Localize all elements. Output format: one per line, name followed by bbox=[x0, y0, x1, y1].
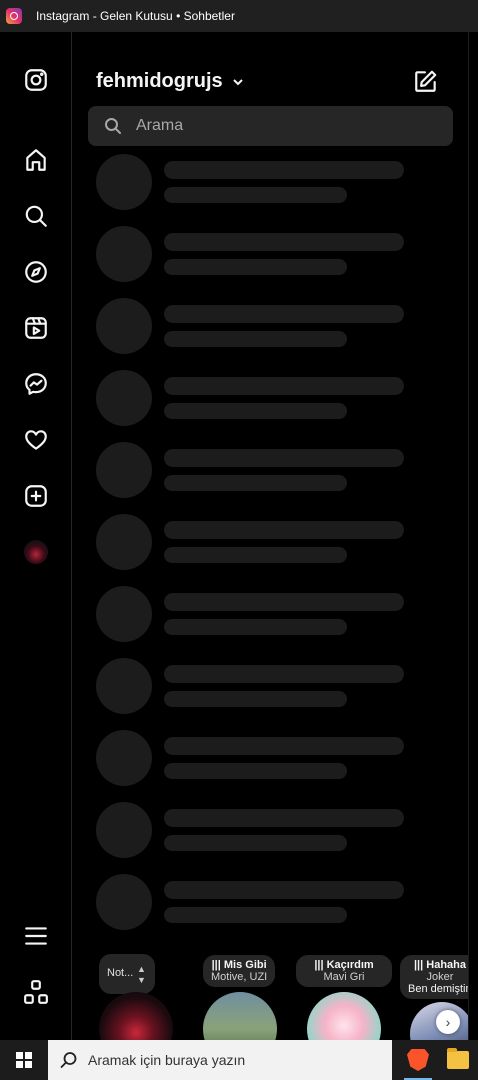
skeleton-line bbox=[164, 665, 404, 683]
chevron-right-icon[interactable]: › bbox=[436, 1010, 460, 1034]
skeleton-avatar bbox=[96, 226, 152, 282]
instagram-app-icon bbox=[6, 8, 22, 24]
skeleton-line bbox=[164, 547, 347, 563]
skeleton-line bbox=[164, 763, 347, 779]
skeleton-line bbox=[164, 187, 347, 203]
chevron-down-icon bbox=[231, 75, 245, 89]
nav-rail bbox=[0, 32, 72, 1040]
search-icon bbox=[60, 1051, 78, 1069]
username: fehmidogrujs bbox=[96, 70, 223, 92]
note-artist: Joker bbox=[426, 971, 454, 983]
note-artist: Mavi Gri bbox=[323, 971, 365, 983]
compose-icon[interactable] bbox=[413, 68, 439, 94]
skeleton-line bbox=[164, 377, 404, 395]
note-bubble[interactable]: ||| Kaçırdım Mavi Gri bbox=[296, 955, 392, 987]
skeleton-line bbox=[164, 449, 404, 467]
skeleton-line bbox=[164, 233, 404, 251]
skeleton-avatar bbox=[96, 586, 152, 642]
brave-icon bbox=[407, 1049, 429, 1071]
search-icon[interactable] bbox=[22, 202, 50, 230]
conversation-skeleton-row bbox=[96, 370, 416, 426]
skeleton-line bbox=[164, 161, 404, 179]
profile-avatar[interactable] bbox=[24, 540, 48, 564]
conversation-skeleton-row bbox=[96, 658, 416, 714]
brave-browser-button[interactable] bbox=[398, 1040, 438, 1080]
taskbar-search[interactable]: Aramak için buraya yazın bbox=[48, 1040, 392, 1080]
note-text: Ben demiştim bbox=[408, 983, 468, 995]
note-bubble[interactable]: ||| Mis Gibi Motive, UZI bbox=[203, 955, 276, 987]
note-artist: Motive, UZI bbox=[211, 971, 268, 983]
skeleton-line bbox=[164, 305, 404, 323]
skeleton-line bbox=[164, 593, 404, 611]
skeleton-line bbox=[164, 331, 347, 347]
skeleton-line bbox=[164, 835, 347, 851]
explore-icon[interactable] bbox=[22, 258, 50, 286]
taskbar-search-placeholder: Aramak için buraya yazın bbox=[88, 1052, 246, 1068]
note-song: ||| Mis Gibi bbox=[211, 959, 267, 971]
inbox-panel: fehmidogrujs Not... ▲▼ ||| Mis Gibi Moti… bbox=[73, 32, 468, 1040]
stepper-arrows-icon: ▲ ▼ bbox=[137, 964, 146, 985]
note-bubble[interactable]: ||| Hahaha Joker Ben demiştim bbox=[400, 955, 468, 999]
conversation-skeleton-row bbox=[96, 154, 416, 210]
skeleton-avatar bbox=[96, 802, 152, 858]
file-explorer-button[interactable] bbox=[438, 1040, 478, 1080]
notes-row: Not... ▲ ▼ ||| Mis Gibi Motive, UZI ||| K… bbox=[73, 952, 468, 1040]
skeleton-line bbox=[164, 809, 404, 827]
note-text: Not... bbox=[107, 967, 134, 979]
start-button[interactable] bbox=[0, 1040, 48, 1080]
skeleton-avatar bbox=[96, 370, 152, 426]
skeleton-line bbox=[164, 881, 404, 899]
conversation-skeleton-row bbox=[96, 874, 416, 930]
account-switcher[interactable]: fehmidogrujs bbox=[96, 70, 245, 93]
home-icon[interactable] bbox=[22, 146, 50, 174]
scrollbar-track[interactable] bbox=[468, 32, 478, 1040]
avatar[interactable] bbox=[307, 992, 381, 1040]
conversation-skeleton-row bbox=[96, 298, 416, 354]
search-icon bbox=[104, 117, 122, 135]
search-bar[interactable] bbox=[88, 106, 453, 146]
window-titlebar: Instagram - Gelen Kutusu • Sohbetler bbox=[0, 0, 478, 32]
conversation-skeleton-row bbox=[96, 442, 416, 498]
messenger-icon[interactable] bbox=[22, 370, 50, 398]
skeleton-line bbox=[164, 403, 347, 419]
skeleton-avatar bbox=[96, 514, 152, 570]
skeleton-line bbox=[164, 521, 404, 539]
skeleton-line bbox=[164, 691, 347, 707]
conversation-skeleton-row bbox=[96, 730, 416, 786]
skeleton-avatar bbox=[96, 730, 152, 786]
search-input[interactable] bbox=[136, 117, 416, 135]
create-icon[interactable] bbox=[22, 482, 50, 510]
window-title: Instagram - Gelen Kutusu • Sohbetler bbox=[36, 9, 235, 23]
skeleton-avatar bbox=[96, 154, 152, 210]
reels-icon[interactable] bbox=[22, 314, 50, 342]
skeleton-avatar bbox=[96, 658, 152, 714]
note-bubble[interactable]: Not... ▲ ▼ bbox=[99, 954, 155, 994]
conversation-skeleton-row bbox=[96, 586, 416, 642]
menu-icon[interactable] bbox=[22, 922, 50, 950]
windows-logo-icon bbox=[16, 1052, 32, 1068]
heart-icon[interactable] bbox=[22, 426, 50, 454]
instagram-logo-icon[interactable] bbox=[22, 66, 50, 94]
skeleton-line bbox=[164, 737, 404, 755]
taskbar: Aramak için buraya yazın bbox=[0, 1040, 478, 1080]
skeleton-line bbox=[164, 475, 347, 491]
skeleton-avatar bbox=[96, 874, 152, 930]
conversation-skeleton-row bbox=[96, 226, 416, 282]
skeleton-line bbox=[164, 259, 347, 275]
conversation-skeleton-row bbox=[96, 514, 416, 570]
folder-icon bbox=[447, 1048, 469, 1069]
conversation-skeleton-row bbox=[96, 802, 416, 858]
skeleton-line bbox=[164, 907, 347, 923]
note-song: ||| Kaçırdım bbox=[314, 959, 374, 971]
avatar[interactable] bbox=[99, 992, 173, 1040]
note-song: ||| Hahaha bbox=[413, 959, 467, 971]
skeleton-avatar bbox=[96, 298, 152, 354]
skeleton-line bbox=[164, 619, 347, 635]
skeleton-avatar bbox=[96, 442, 152, 498]
apps-icon[interactable] bbox=[22, 978, 50, 1006]
avatar[interactable] bbox=[203, 992, 277, 1040]
